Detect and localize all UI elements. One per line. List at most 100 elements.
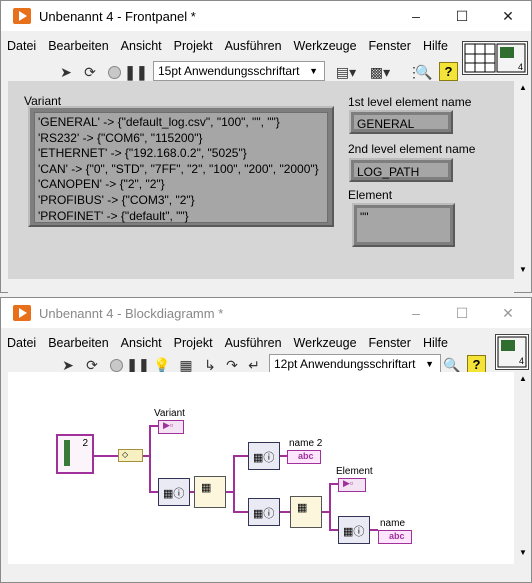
font-select[interactable]: 12pt Anwendungsschriftart ▼ xyxy=(269,354,441,374)
bd-element-label: Element xyxy=(336,466,373,477)
get-variant-attribute-icon-1[interactable]: ▦ⓘ xyxy=(158,478,190,506)
svg-text:4: 4 xyxy=(518,62,523,72)
menu-werkzeuge[interactable]: Werkzeuge xyxy=(288,336,363,350)
font-select-value: 15pt Anwendungsschriftart xyxy=(158,64,300,78)
close-icon[interactable]: ✕ xyxy=(485,1,531,31)
variant-line: 'ETHERNET' -> {"192.168.0.2", "5025"} xyxy=(38,146,247,161)
variant-line: 'PROFIBUS' -> {"COM3", "2"} xyxy=(38,192,195,207)
indicator-text: abc xyxy=(298,451,314,461)
vi-glyph: ▦ⓘ xyxy=(163,488,185,500)
frontpanel-menubar: Datei Bearbeiten Ansicht Projekt Ausführ… xyxy=(1,35,454,57)
menu-ausfuehren[interactable]: Ausführen xyxy=(219,39,288,53)
get-variant-attribute-icon-3[interactable]: ▦ⓘ xyxy=(248,498,280,526)
vi-icon[interactable]: 4 xyxy=(495,334,529,370)
close-icon[interactable]: ✕ xyxy=(485,298,531,328)
second-level-indicator[interactable]: LOG_PATH xyxy=(349,158,453,182)
menu-ansicht[interactable]: Ansicht xyxy=(115,336,168,350)
font-select[interactable]: 15pt Anwendungsschriftart ▼ xyxy=(153,61,325,81)
chevron-down-icon: ▼ xyxy=(425,359,434,369)
element-terminal-icon[interactable]: ▶▫ xyxy=(338,478,366,492)
scroll-down-icon[interactable]: ▼ xyxy=(519,548,527,557)
labview-app-icon xyxy=(13,8,31,24)
abort-icon[interactable] xyxy=(105,63,123,81)
indicator-text: abc xyxy=(389,531,405,541)
vi-glyph: ▦ⓘ xyxy=(343,526,365,538)
help-icon[interactable]: ? xyxy=(439,62,458,81)
get-variant-attribute-icon-4[interactable]: ▦ⓘ xyxy=(338,516,370,544)
name2-indicator-icon[interactable]: abc xyxy=(287,450,321,464)
variant-line: 'CANOPEN' -> {"2", "2"} xyxy=(38,177,165,192)
distribute-icon[interactable]: ▩▾ xyxy=(367,63,393,81)
menu-fenster[interactable]: Fenster xyxy=(363,39,417,53)
menu-ansicht[interactable]: Ansicht xyxy=(115,39,168,53)
vi-glyph: ▦ⓘ xyxy=(253,508,275,520)
terminal-glyph: ▶▫ xyxy=(343,478,354,488)
name-indicator-icon[interactable]: abc xyxy=(378,530,412,544)
menu-bearbeiten[interactable]: Bearbeiten xyxy=(42,39,114,53)
blockdiagram-titlebar[interactable]: Unbenannt 4 - Blockdiagramm * – ☐ ✕ xyxy=(1,298,531,328)
blockdiagram-window: Unbenannt 4 - Blockdiagramm * – ☐ ✕ Date… xyxy=(0,297,532,583)
menu-hilfe[interactable]: Hilfe xyxy=(417,336,454,350)
blockdiagram-hscrollbar[interactable] xyxy=(8,564,514,578)
loop-count: 2 xyxy=(82,438,88,449)
scroll-up-icon[interactable]: ▲ xyxy=(519,374,527,383)
connector-pane-icon[interactable]: 4 xyxy=(462,41,528,75)
get-variant-attribute-icon-2[interactable]: ▦ⓘ xyxy=(248,442,280,470)
variant-node-glyph: ◇ xyxy=(122,450,129,459)
bd-variant-label: Variant xyxy=(154,408,185,419)
first-level-indicator[interactable]: GENERAL xyxy=(349,110,453,134)
frontpanel-title: Unbenannt 4 - Frontpanel * xyxy=(39,8,196,24)
index-array-icon-1[interactable]: ▦ xyxy=(194,476,226,508)
frontpanel-window: Unbenannt 4 - Frontpanel * – ☐ ✕ Datei B… xyxy=(0,0,532,293)
font-select-value: 12pt Anwendungsschriftart xyxy=(274,357,416,371)
variant-terminal-icon[interactable]: ▶▫ xyxy=(158,420,184,434)
pause-icon[interactable]: ❚❚ xyxy=(124,63,147,81)
frontpanel-titlebar[interactable]: Unbenannt 4 - Frontpanel * – ☐ ✕ xyxy=(1,1,531,31)
variant-indicator[interactable]: 'GENERAL' -> {"default_log.csv", "100", … xyxy=(28,106,334,227)
for-loop-icon[interactable]: 2 xyxy=(56,434,94,474)
frontpanel-vscrollbar[interactable]: ▲ ▼ xyxy=(516,81,530,280)
second-level-value: LOG_PATH xyxy=(354,163,448,179)
maximize-icon[interactable]: ☐ xyxy=(439,1,485,31)
scroll-down-icon[interactable]: ▼ xyxy=(519,265,527,274)
menu-bearbeiten[interactable]: Bearbeiten xyxy=(42,336,114,350)
svg-text:4: 4 xyxy=(519,356,524,366)
menu-projekt[interactable]: Projekt xyxy=(168,336,219,350)
variant-line: 'RS232' -> {"COM6", "115200"} xyxy=(38,130,203,145)
index-array-icon-2[interactable]: ▦ xyxy=(290,496,322,528)
menu-ausfuehren[interactable]: Ausführen xyxy=(219,336,288,350)
maximize-icon[interactable]: ☐ xyxy=(439,298,485,328)
minimize-icon[interactable]: – xyxy=(393,298,439,328)
variant-content: 'GENERAL' -> {"default_log.csv", "100", … xyxy=(34,112,328,223)
minimize-icon[interactable]: – xyxy=(393,1,439,31)
run-continuous-icon[interactable]: ⟳ xyxy=(81,63,99,81)
bd-name-label: name xyxy=(380,518,406,529)
menu-projekt[interactable]: Projekt xyxy=(168,39,219,53)
align-icon[interactable]: ▤▾ xyxy=(333,63,359,81)
first-level-value: GENERAL xyxy=(354,115,448,131)
array-glyph: ▦ xyxy=(201,482,212,494)
menu-fenster[interactable]: Fenster xyxy=(363,336,417,350)
labview-app-icon xyxy=(13,305,31,321)
frontpanel-canvas: Variant 'GENERAL' -> {"default_log.csv",… xyxy=(8,81,514,280)
vi-glyph: ▦ⓘ xyxy=(253,452,275,464)
variant-line: 'GENERAL' -> {"default_log.csv", "100", … xyxy=(38,115,280,129)
search-icon[interactable]: 🔍 xyxy=(415,63,433,81)
element-indicator[interactable]: "" xyxy=(352,203,455,247)
bd-name2-label: name 2 xyxy=(289,438,323,449)
scroll-up-icon[interactable]: ▲ xyxy=(519,83,527,92)
blockdiagram-title: Unbenannt 4 - Blockdiagramm * xyxy=(39,305,224,321)
run-arrow-icon[interactable]: ➤ xyxy=(57,63,75,81)
to-variant-icon[interactable]: ◇ xyxy=(118,449,143,462)
element-value: "" xyxy=(357,208,450,242)
menu-datei[interactable]: Datei xyxy=(1,336,42,350)
blockdiagram-menubar: Datei Bearbeiten Ansicht Projekt Ausführ… xyxy=(1,332,454,354)
menu-hilfe[interactable]: Hilfe xyxy=(417,39,454,53)
menu-werkzeuge[interactable]: Werkzeuge xyxy=(288,39,363,53)
chevron-down-icon: ▼ xyxy=(309,66,318,76)
frontpanel-hscrollbar[interactable] xyxy=(8,279,514,293)
variant-line: 'CAN' -> {"0", "STD", "7FF", "2", "100",… xyxy=(38,161,319,176)
menu-datei[interactable]: Datei xyxy=(1,39,42,53)
terminal-glyph: ▶▫ xyxy=(163,420,174,430)
blockdiagram-vscrollbar[interactable]: ▲ ▼ xyxy=(516,372,530,564)
